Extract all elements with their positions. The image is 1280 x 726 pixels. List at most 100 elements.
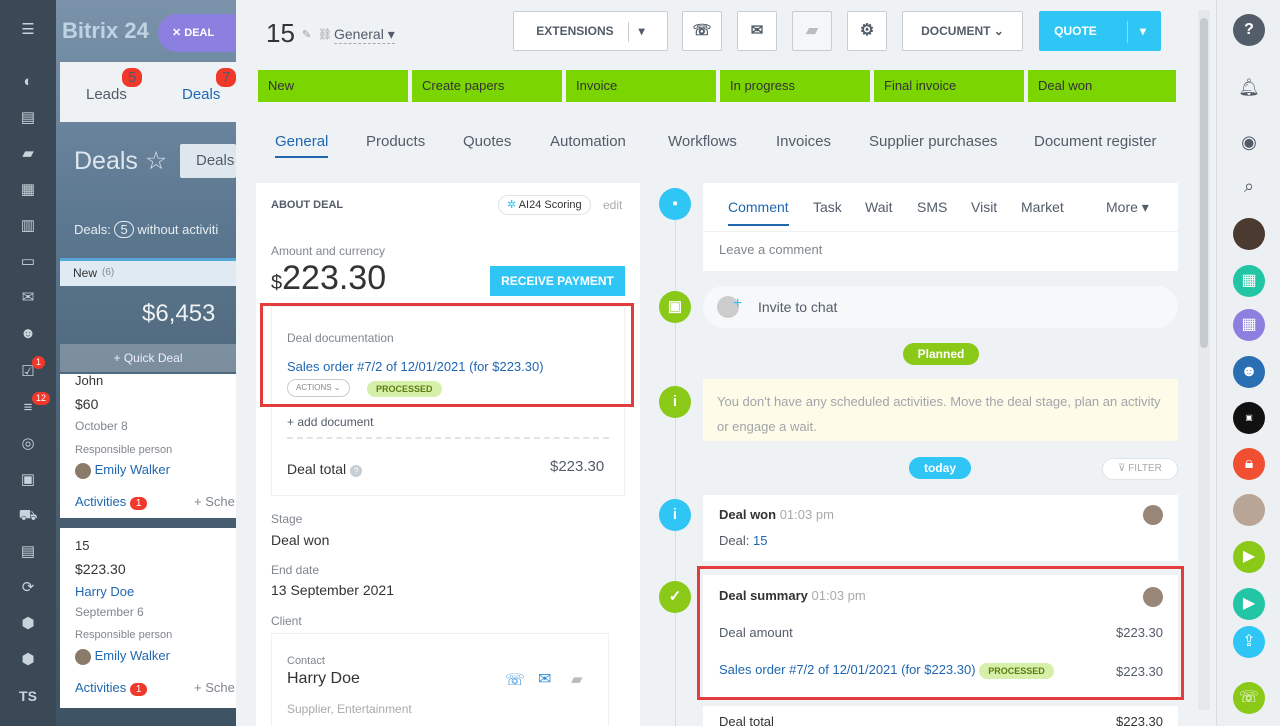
tab-sms[interactable]: SMS xyxy=(917,199,947,215)
bitrix-logo[interactable]: Bitrix 24 xyxy=(62,18,149,44)
schedule-link[interactable]: + Sche xyxy=(194,680,235,695)
activities-link[interactable]: Activities 1 xyxy=(75,680,148,696)
window-icon[interactable]: ▣ xyxy=(18,470,38,490)
stage-deal-won[interactable]: Deal won xyxy=(1028,70,1176,102)
stage-value: Deal won xyxy=(271,532,330,548)
quote-button[interactable]: QUOTE ▾ xyxy=(1039,11,1161,51)
left-nav: ☰ ◐ ▤ ▰ ▦ ▥ ▭ ✉ ☻ ☑ 1 ≡ 12 ◎ ▣ ⛟ ▤ ⟳ ⬢ ⬢… xyxy=(0,0,56,726)
lock-icon[interactable]: 🔒︎ xyxy=(1233,448,1265,480)
group-icon[interactable]: ☻ xyxy=(1233,356,1265,388)
invite-to-chat[interactable]: + Invite to chat xyxy=(703,286,1178,328)
tab-general[interactable]: General xyxy=(275,133,329,158)
tab-workflows[interactable]: Workflows xyxy=(668,133,737,150)
tab-task[interactable]: Task xyxy=(813,199,842,215)
phone-icon[interactable]: ☏ xyxy=(505,670,525,690)
mail-icon[interactable]: ✉ xyxy=(538,669,551,689)
tab-automation[interactable]: Automation xyxy=(550,133,626,150)
tab-comment[interactable]: Comment xyxy=(728,199,789,226)
receive-payment-button[interactable]: RECEIVE PAYMENT xyxy=(490,266,625,296)
target-icon[interactable]: ◎ xyxy=(18,434,38,454)
groups-icon[interactable]: ☻ xyxy=(18,324,38,344)
close-deal-pill[interactable]: ✕ DEAL xyxy=(158,14,238,52)
stage-new[interactable]: New xyxy=(258,70,408,102)
scrollbar-thumb[interactable] xyxy=(1200,18,1208,348)
mail-icon[interactable]: ✉ xyxy=(737,11,777,51)
box2-icon[interactable]: ⬢ xyxy=(18,650,38,670)
stage-create-papers[interactable]: Create papers xyxy=(412,70,562,102)
phone-icon[interactable]: ☏ xyxy=(682,11,722,51)
edit-link[interactable]: edit xyxy=(603,198,622,212)
comment-input[interactable]: Leave a comment xyxy=(719,242,822,257)
document-button[interactable]: DOCUMENT ⌄ xyxy=(902,11,1023,51)
ai-scoring-button[interactable]: ✲ AI24 Scoring xyxy=(498,195,591,215)
stream-icon[interactable]: ◐ xyxy=(18,72,38,92)
search-icon[interactable]: ⌕ xyxy=(1233,170,1265,202)
scrollbar-track[interactable] xyxy=(1198,10,1210,710)
add-document-link[interactable]: + add document xyxy=(287,415,373,429)
deal-link[interactable]: 15 xyxy=(753,533,767,548)
column-sum: $6,453 xyxy=(142,300,216,327)
stage-in-progress[interactable]: In progress xyxy=(720,70,870,102)
box-icon[interactable]: ⬢ xyxy=(18,614,38,634)
tab-invoices[interactable]: Invoices xyxy=(776,133,831,150)
schedule-link[interactable]: + Sche xyxy=(194,494,235,509)
video-icon[interactable]: ▶ xyxy=(1233,541,1265,573)
chat-bubble-icon[interactable]: ▰ xyxy=(571,670,583,688)
stage-invoice[interactable]: Invoice xyxy=(566,70,716,102)
chat-icon[interactable]: ▰ xyxy=(18,144,38,164)
cart-icon[interactable]: ⛟ xyxy=(18,506,38,526)
nav-badge: 1 xyxy=(32,356,46,369)
activities-link[interactable]: Activities 1 xyxy=(75,494,148,510)
menu-icon[interactable]: ☰ xyxy=(18,20,38,40)
tasks-icon[interactable]: ▤ xyxy=(18,108,38,128)
stage-final-invoice[interactable]: Final invoice xyxy=(874,70,1024,102)
user-initials[interactable]: TS xyxy=(18,686,38,706)
responsible-person[interactable]: Emily Walker xyxy=(75,462,170,479)
bell-icon[interactable]: 🔔︎ xyxy=(1233,72,1265,104)
link-icon[interactable]: ⛓ xyxy=(318,28,332,41)
calendar-icon[interactable]: ▦ xyxy=(1233,309,1265,341)
chat-list-icon[interactable]: ◉ xyxy=(1233,126,1265,158)
tab-visit[interactable]: Visit xyxy=(971,199,997,215)
tab-wait[interactable]: Wait xyxy=(865,199,892,215)
tab-supplier-purchases[interactable]: Supplier purchases xyxy=(869,133,997,150)
calendar-icon[interactable]: ▦ xyxy=(1233,265,1265,297)
deal-won-event: Deal won 01:03 pm Deal: 15 xyxy=(703,495,1178,561)
group-avatar[interactable]: ▣ xyxy=(1233,402,1265,434)
kanban-card[interactable]: John $60 October 8 Responsible person Em… xyxy=(60,373,236,518)
contact-name[interactable]: Harry Doe xyxy=(287,670,360,688)
calendar-icon[interactable]: ▦ xyxy=(18,180,38,200)
help-icon[interactable]: ? xyxy=(350,465,363,477)
drive-icon[interactable]: ▭ xyxy=(18,252,38,272)
quick-deal-button[interactable]: + Quick Deal xyxy=(60,344,236,372)
tab-market[interactable]: Market xyxy=(1021,199,1064,215)
avatar[interactable] xyxy=(1233,494,1265,526)
tab-more[interactable]: More ▾ xyxy=(1106,199,1149,216)
tab-deals[interactable]: Deals xyxy=(182,86,220,103)
deals-category-button[interactable]: Deals xyxy=(180,144,236,178)
planned-badge: Planned xyxy=(903,343,979,365)
today-badge: today xyxy=(909,457,971,479)
video-icon[interactable]: ▶ xyxy=(1233,588,1265,620)
tab-quotes[interactable]: Quotes xyxy=(463,133,511,150)
responsible-person[interactable]: Emily Walker xyxy=(75,648,170,665)
kanban-card[interactable]: 15 $223.30 Harry Doe September 6 Respons… xyxy=(60,528,236,708)
tab-leads[interactable]: Leads xyxy=(86,86,127,103)
help-icon[interactable]: ? xyxy=(1233,14,1265,46)
category-selector[interactable]: General ▾ xyxy=(334,26,395,44)
phone-icon[interactable]: ☏ xyxy=(1233,682,1265,714)
filter-button[interactable]: ⊽ FILTER xyxy=(1102,458,1178,480)
tab-document-register[interactable]: Document register xyxy=(1034,133,1157,150)
column-header: New (6) xyxy=(60,258,236,286)
sync-icon[interactable]: ⟳ xyxy=(18,578,38,598)
gear-icon[interactable]: ⚙ xyxy=(847,11,887,51)
docs-icon[interactable]: ▥ xyxy=(18,216,38,236)
share-icon[interactable]: ⇪ xyxy=(1233,626,1265,658)
contact-card-icon[interactable]: ▤ xyxy=(18,542,38,562)
tab-products[interactable]: Products xyxy=(366,133,425,150)
extensions-button[interactable]: EXTENSIONS ▾ xyxy=(513,11,668,51)
mail-icon[interactable]: ✉ xyxy=(18,288,38,308)
avatar[interactable] xyxy=(1233,218,1265,250)
edit-pencil-icon[interactable]: ✎ xyxy=(302,28,311,41)
chat-bubble-icon[interactable]: ▰ xyxy=(792,11,832,51)
